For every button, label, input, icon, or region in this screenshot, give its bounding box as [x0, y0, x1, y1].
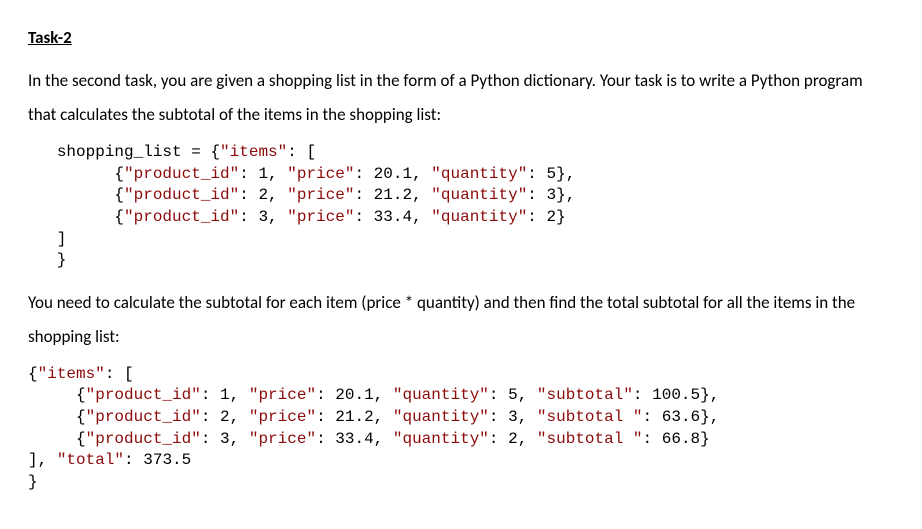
qty-val: 3: [508, 408, 518, 426]
price-key: "price": [249, 430, 316, 448]
qty-key: "quantity": [431, 186, 527, 204]
output-code-block: {"items": [ {"product_id": 1, "price": 2…: [28, 364, 894, 494]
pid-val: 3: [258, 208, 268, 226]
pid-val: 1: [258, 165, 268, 183]
price-key: "price": [287, 165, 354, 183]
total-val: 373.5: [143, 451, 191, 469]
pid-val: 2: [220, 408, 230, 426]
qty-val: 3: [547, 186, 557, 204]
qty-val: 5: [547, 165, 557, 183]
total-key: "total": [57, 451, 124, 469]
price-val: 33.4: [335, 430, 373, 448]
sub-key: "subtotal ": [537, 408, 643, 426]
qty-val: 2: [547, 208, 557, 226]
price-key: "price": [249, 408, 316, 426]
pid-key: "product_id": [124, 208, 239, 226]
task-intro-paragraph: In the second task, you are given a shop…: [28, 64, 894, 132]
items-key: "items": [38, 365, 105, 383]
qty-key: "quantity": [431, 165, 527, 183]
qty-key: "quantity": [393, 430, 489, 448]
sub-val: 100.5: [652, 386, 700, 404]
pid-val: 1: [220, 386, 230, 404]
price-val: 20.1: [335, 386, 373, 404]
items-key: "items": [220, 143, 287, 161]
input-code-block: shopping_list = {"items": [ {"product_id…: [28, 142, 894, 272]
sub-val: 66.8: [662, 430, 700, 448]
price-key: "price": [287, 186, 354, 204]
price-key: "price": [287, 208, 354, 226]
sub-key: "subtotal ": [537, 430, 643, 448]
qty-val: 5: [508, 386, 518, 404]
price-key: "price": [249, 386, 316, 404]
task-heading: Task-2: [28, 22, 894, 54]
pid-key: "product_id": [86, 408, 201, 426]
pid-key: "product_id": [124, 186, 239, 204]
pid-val: 3: [220, 430, 230, 448]
var-name: shopping_list: [57, 143, 182, 161]
pid-key: "product_id": [86, 386, 201, 404]
sub-val: 63.6: [662, 408, 700, 426]
price-val: 33.4: [374, 208, 412, 226]
qty-key: "quantity": [393, 408, 489, 426]
price-val: 21.2: [335, 408, 373, 426]
qty-key: "quantity": [431, 208, 527, 226]
price-val: 20.1: [374, 165, 412, 183]
pid-key: "product_id": [86, 430, 201, 448]
pid-key: "product_id": [124, 165, 239, 183]
qty-val: 2: [508, 430, 518, 448]
qty-key: "quantity": [393, 386, 489, 404]
price-val: 21.2: [374, 186, 412, 204]
task-output-paragraph: You need to calculate the subtotal for e…: [28, 286, 894, 354]
pid-val: 2: [258, 186, 268, 204]
sub-key: "subtotal": [537, 386, 633, 404]
